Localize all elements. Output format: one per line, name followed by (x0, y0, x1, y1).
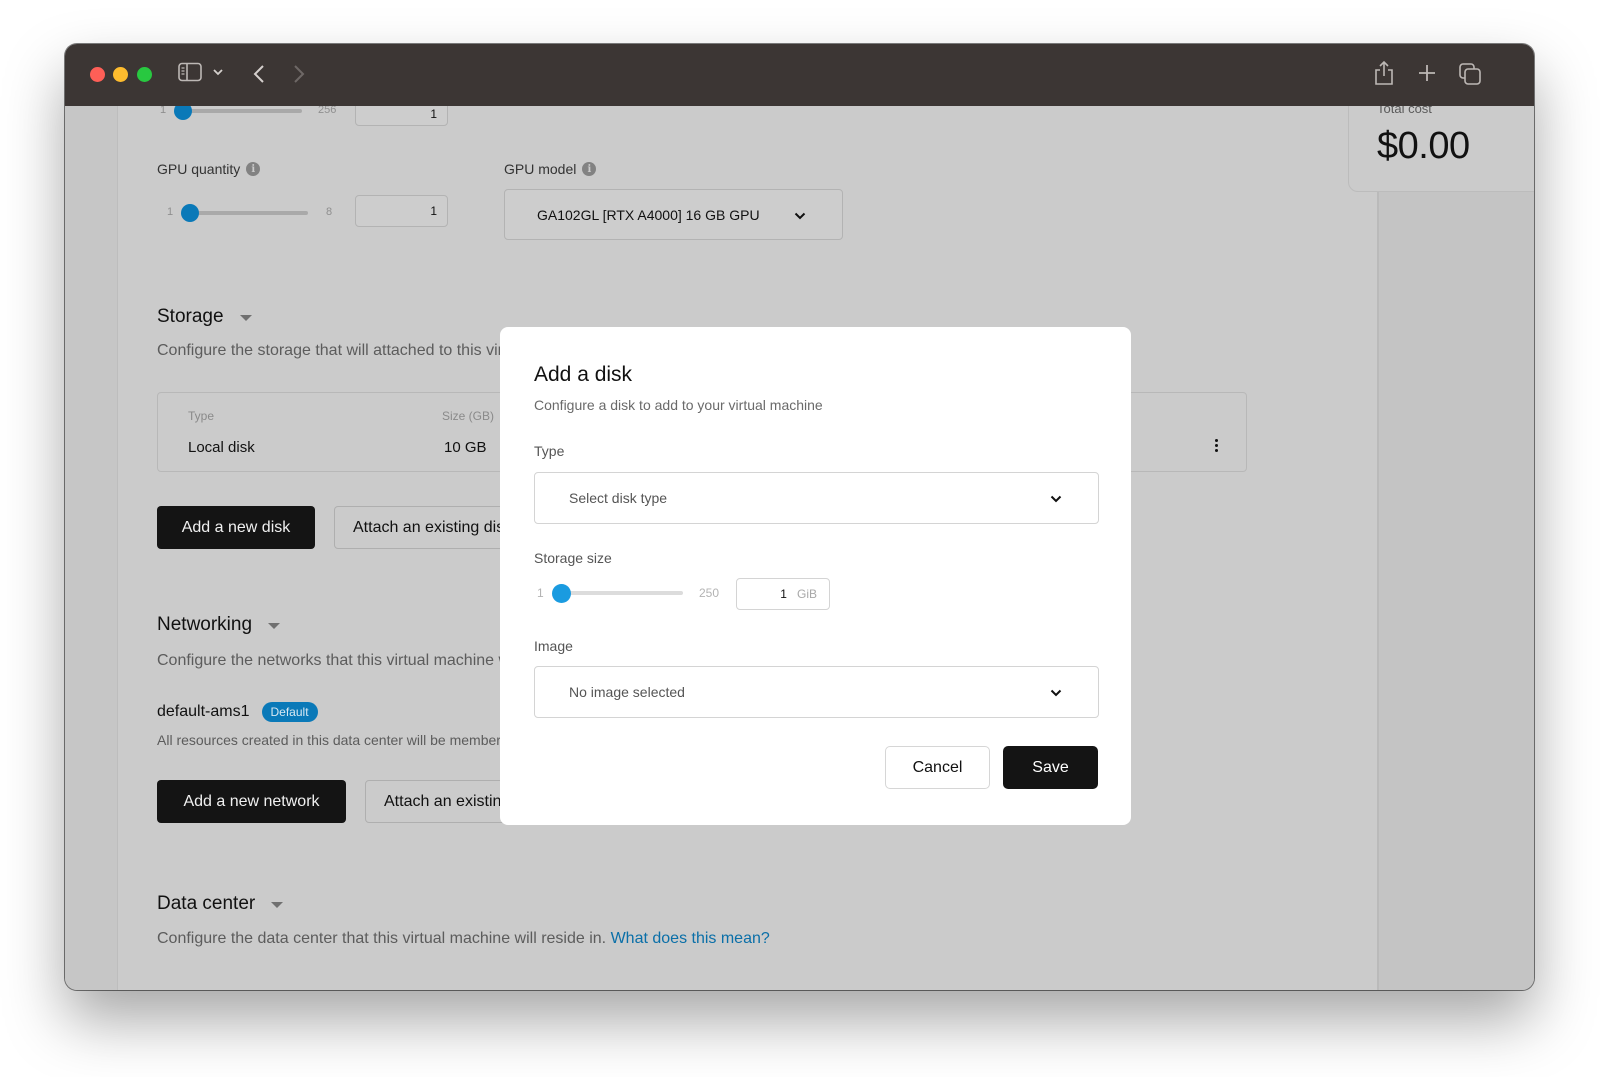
disk-size-cell: 10 GB (444, 439, 487, 456)
networking-title-text: Networking (157, 614, 253, 635)
storage-size-min: 1 (537, 586, 544, 600)
minimize-window-button[interactable] (113, 67, 128, 82)
gpu-model-select[interactable]: GA102GL [RTX A4000] 16 GB GPU (504, 189, 843, 240)
info-icon[interactable]: i (582, 162, 597, 176)
disk-type-cell: Local disk (188, 439, 255, 456)
gpu-quantity-slider-track[interactable] (188, 211, 308, 215)
image-label: Image (534, 638, 573, 654)
chevron-down-icon (1050, 490, 1062, 506)
image-placeholder: No image selected (569, 684, 685, 700)
add-disk-dialog: Add a disk Configure a disk to add to yo… (500, 327, 1131, 825)
summary-pane (1377, 106, 1534, 990)
cancel-button[interactable]: Cancel (885, 746, 990, 789)
storage-size-slider-track[interactable] (560, 591, 683, 595)
close-window-button[interactable] (90, 67, 105, 82)
network-item: default-ams1 Default (157, 702, 318, 722)
data-center-title-text: Data center (157, 893, 256, 914)
gpu-quantity-max: 8 (326, 206, 333, 218)
chevron-down-icon (794, 207, 806, 223)
storage-section-title[interactable]: Storage (157, 306, 252, 328)
disk-type-label: Type (534, 443, 565, 459)
column-header-type: Type (188, 409, 215, 423)
storage-size-unit: GiB (796, 587, 817, 601)
caret-down-icon (271, 902, 284, 908)
data-center-description: Configure the data center that this virt… (157, 930, 770, 948)
storage-size-input[interactable]: 1 GiB (736, 578, 830, 610)
gpu-quantity-label: GPU quantity i (157, 161, 261, 177)
caret-down-icon (239, 315, 252, 321)
storage-title-text: Storage (157, 306, 224, 327)
more-options-icon[interactable] (1215, 439, 1218, 452)
gpu-quantity-slider-thumb[interactable] (181, 204, 199, 222)
storage-size-label: Storage size (534, 550, 612, 566)
info-icon[interactable]: i (246, 162, 261, 176)
storage-size-value: 1 (780, 587, 787, 601)
back-icon[interactable] (253, 64, 265, 84)
add-new-disk-button[interactable]: Add a new disk (157, 506, 315, 549)
storage-size-max: 250 (699, 586, 720, 600)
default-badge: Default (261, 702, 318, 722)
what-does-this-mean-link[interactable]: What does this mean? (611, 930, 770, 947)
gpu-model-label-text: GPU model (504, 161, 577, 177)
chevron-down-icon (1050, 684, 1062, 700)
save-button[interactable]: Save (1003, 746, 1098, 789)
top-slider-track[interactable] (182, 109, 302, 113)
new-tab-icon[interactable] (1418, 64, 1436, 82)
storage-size-slider-thumb[interactable] (552, 584, 571, 603)
tab-overview-icon[interactable] (1459, 63, 1481, 85)
gpu-model-value: GA102GL [RTX A4000] 16 GB GPU (537, 206, 760, 223)
data-center-description-text: Configure the data center that this virt… (157, 930, 607, 947)
maximize-window-button[interactable] (137, 67, 152, 82)
dialog-title: Add a disk (534, 363, 633, 386)
gpu-quantity-input[interactable]: 1 (355, 195, 448, 227)
networking-section-title[interactable]: Networking (157, 614, 281, 636)
browser-toolbar (65, 44, 1534, 106)
total-cost-value: $0.00 (1377, 125, 1470, 167)
gpu-quantity-min: 1 (167, 206, 174, 218)
sidebar-icon[interactable] (178, 62, 202, 82)
add-new-network-button[interactable]: Add a new network (157, 780, 346, 823)
gpu-model-label: GPU model i (504, 161, 597, 177)
gpu-quantity-label-text: GPU quantity (157, 161, 241, 177)
disk-type-select[interactable]: Select disk type (534, 472, 1099, 524)
caret-down-icon (268, 623, 281, 629)
dialog-subtitle: Configure a disk to add to your virtual … (534, 397, 823, 413)
left-sidebar (65, 106, 118, 990)
chevron-down-icon[interactable] (213, 68, 223, 76)
forward-icon[interactable] (293, 64, 305, 84)
disk-type-placeholder: Select disk type (569, 490, 668, 506)
share-icon[interactable] (1374, 60, 1394, 86)
network-name: default-ams1 (157, 703, 250, 720)
data-center-section-title[interactable]: Data center (157, 893, 284, 915)
image-select[interactable]: No image selected (534, 666, 1099, 718)
column-header-size: Size (GB) (442, 409, 495, 423)
